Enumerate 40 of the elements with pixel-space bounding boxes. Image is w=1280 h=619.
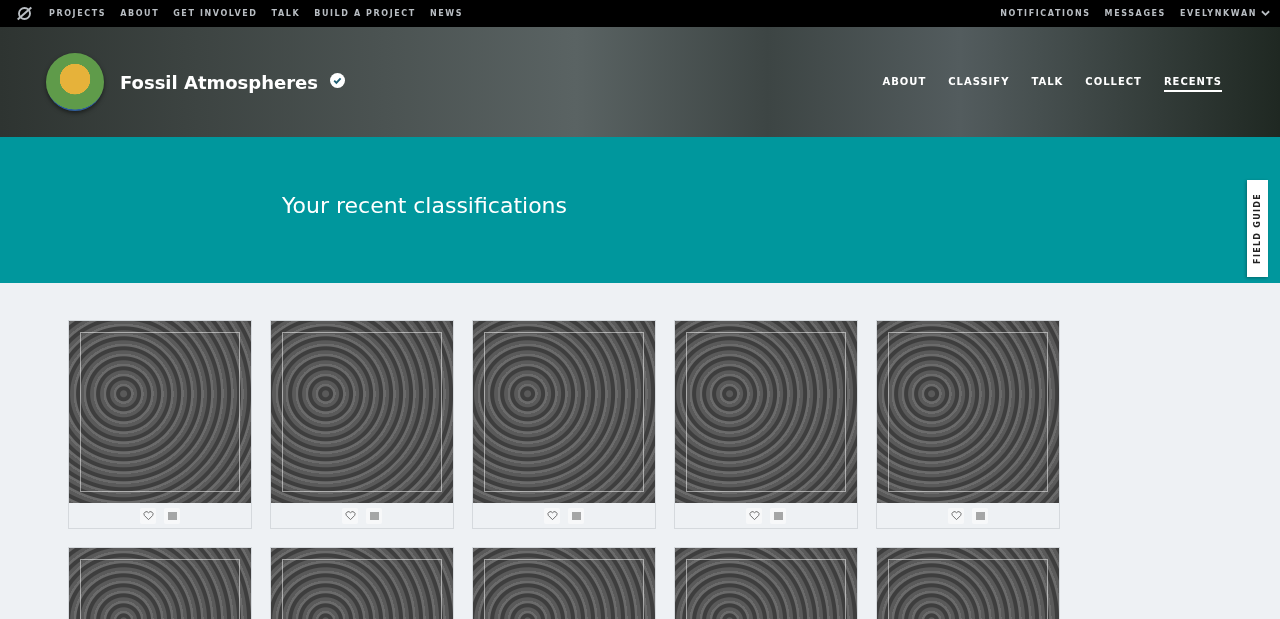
nav-link[interactable]: PROJECTS bbox=[49, 9, 107, 18]
list-icon bbox=[369, 511, 379, 520]
field-guide-tab[interactable]: FIELD GUIDE bbox=[1247, 180, 1268, 277]
nav-link[interactable]: GET INVOLVED bbox=[173, 9, 258, 18]
page-heading: Your recent classifications bbox=[282, 193, 567, 218]
favorite-button[interactable] bbox=[342, 507, 358, 524]
nav-link[interactable]: NEWS bbox=[429, 9, 464, 18]
project-avatar[interactable] bbox=[46, 53, 104, 111]
project-tab[interactable]: TALK bbox=[1031, 72, 1064, 92]
favorite-button[interactable] bbox=[746, 507, 762, 524]
project-tab[interactable]: ABOUT bbox=[882, 72, 927, 92]
favorite-button[interactable] bbox=[140, 507, 156, 524]
heart-icon bbox=[546, 510, 558, 521]
list-icon bbox=[773, 511, 783, 520]
heart-icon bbox=[748, 510, 760, 521]
nav-link[interactable]: MESSAGES bbox=[1104, 9, 1166, 18]
project-tab[interactable]: RECENTS bbox=[1163, 72, 1222, 92]
favorite-button[interactable] bbox=[948, 507, 964, 524]
nav-link[interactable]: ABOUT bbox=[120, 9, 160, 18]
collect-button[interactable] bbox=[366, 507, 382, 524]
nav-link[interactable]: BUILD A PROJECT bbox=[314, 9, 416, 18]
heart-icon bbox=[142, 510, 154, 521]
caret-icon bbox=[1261, 10, 1270, 17]
list-icon bbox=[571, 511, 581, 520]
project-title: Fossil Atmospheres bbox=[120, 71, 319, 93]
collect-button[interactable] bbox=[972, 507, 988, 524]
nav-link[interactable]: NOTIFICATIONS bbox=[1000, 9, 1091, 18]
heart-icon bbox=[950, 510, 962, 521]
list-icon bbox=[975, 511, 985, 520]
collect-button[interactable] bbox=[770, 507, 786, 524]
list-icon bbox=[167, 511, 177, 520]
user-menu[interactable]: EVELYNKWAN bbox=[1180, 9, 1270, 18]
project-tab[interactable]: CLASSIFY bbox=[948, 72, 1010, 92]
collect-button[interactable] bbox=[164, 507, 180, 524]
collect-button[interactable] bbox=[568, 507, 584, 524]
project-tab[interactable]: COLLECT bbox=[1085, 72, 1142, 92]
heart-icon bbox=[344, 510, 356, 521]
favorite-button[interactable] bbox=[544, 507, 560, 524]
nav-link[interactable]: TALK bbox=[271, 9, 301, 18]
logo-icon[interactable] bbox=[16, 5, 33, 22]
